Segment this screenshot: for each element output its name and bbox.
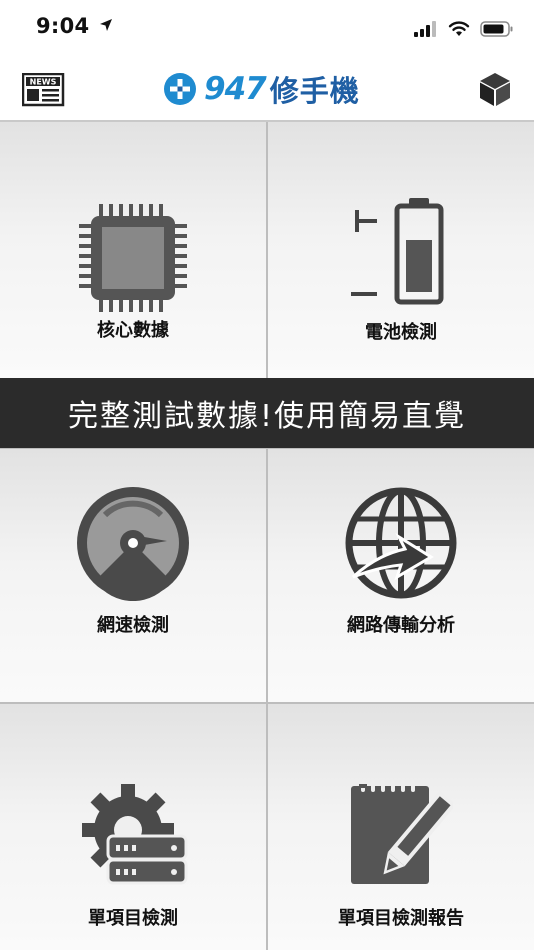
battery-icon (351, 198, 444, 305)
cpu-chip-icon (79, 204, 187, 312)
tile-network-transfer-analysis[interactable]: 網路傳輸分析 (268, 449, 534, 702)
cube-button[interactable] (476, 70, 514, 108)
tile-label: 核心數據 (97, 320, 169, 341)
nav-bar: NEWS 947 修手機 (0, 56, 534, 122)
battery-status-icon (480, 21, 513, 37)
tile-single-item-check[interactable]: 單項目檢測 (0, 704, 266, 950)
wifi-icon (448, 21, 470, 36)
gear-server-icon (82, 784, 188, 885)
cellular-signal-icon (414, 21, 436, 37)
tile-battery-check[interactable]: 電池檢測 (268, 122, 534, 378)
tile-label: 網路傳輸分析 (347, 615, 455, 636)
banner-text: 完整測試數據!使用簡易直覺 (67, 399, 467, 434)
promo-banner: 完整測試數據!使用簡易直覺 (0, 378, 534, 448)
speedometer-icon (77, 487, 189, 601)
status-indicators (414, 18, 514, 40)
news-icon: NEWS (21, 72, 65, 107)
brand-badge-icon (164, 73, 196, 105)
tile-network-speed[interactable]: 網速檢測 (0, 449, 266, 702)
tile-label: 網速檢測 (97, 615, 169, 636)
globe-network-icon (345, 487, 457, 599)
brand-number: 947 (204, 71, 267, 107)
tile-label: 單項目檢測報告 (338, 908, 464, 929)
notepad-pencil-icon (351, 780, 453, 884)
location-arrow-icon (100, 19, 113, 31)
status-bar: 9:04 (0, 0, 534, 56)
news-button[interactable]: NEWS (21, 72, 66, 107)
tile-label: 單項目檢測 (88, 908, 178, 929)
feature-grid: 核心數據 電池檢測 網速檢測 網路傳輸分析 單項目檢測 單項目檢測報告 (0, 122, 534, 950)
svg-text:NEWS: NEWS (30, 78, 57, 87)
tile-core-data[interactable]: 核心數據 (0, 122, 266, 378)
cube-icon (480, 73, 510, 106)
status-time: 9:04 (36, 14, 113, 38)
tile-single-item-report[interactable]: 單項目檢測報告 (268, 704, 534, 950)
brand-name: 修手機 (269, 74, 360, 108)
brand-logo: 947 修手機 (162, 70, 360, 108)
tile-label: 電池檢測 (365, 322, 437, 343)
status-time-text: 9:04 (36, 14, 90, 38)
